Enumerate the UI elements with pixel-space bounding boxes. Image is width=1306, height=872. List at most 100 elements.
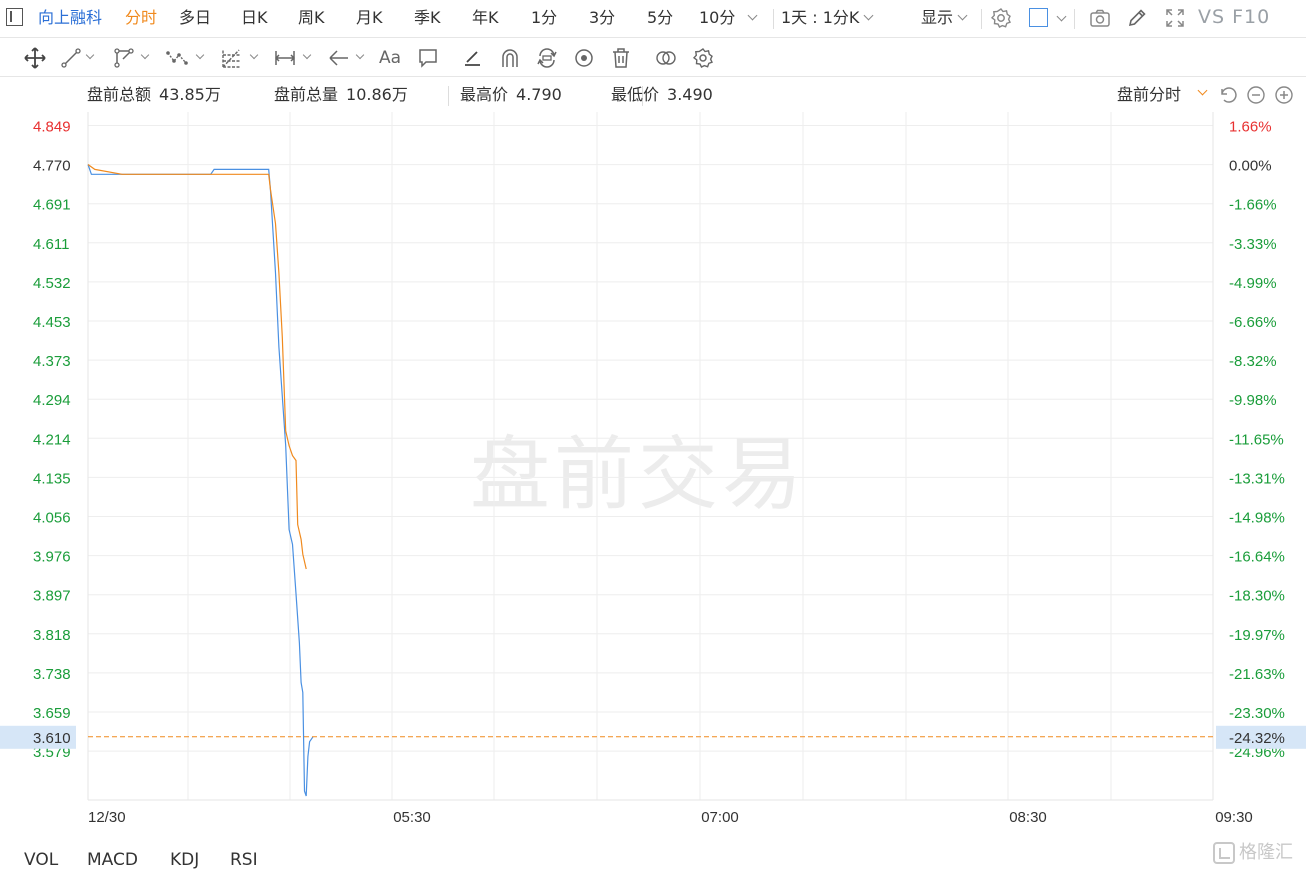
tab-monthly-k[interactable]: 月K [356, 8, 383, 28]
y-tick-label: 4.611 [33, 236, 69, 253]
pen-tool-icon[interactable] [462, 47, 484, 69]
vs-f10-link[interactable]: VS F10 [1198, 6, 1270, 28]
chevron-down-icon[interactable] [140, 50, 150, 60]
y-tick-label: 4.532 [33, 275, 71, 292]
tab-quarterly-k[interactable]: 季K [414, 8, 441, 28]
stat-value: 4.790 [516, 85, 562, 104]
low-price: 最低价 3.490 [611, 85, 713, 105]
divider [448, 86, 449, 106]
fibonacci-tool-icon[interactable] [221, 47, 243, 69]
x-tick-label: 09:30 [1215, 809, 1253, 826]
range-select[interactable]: 1天 : 1分K [781, 8, 874, 28]
y-right-tick-label: -8.32% [1229, 353, 1277, 370]
wave-tool-icon[interactable] [166, 47, 188, 69]
y-right-tick-label: -18.30% [1229, 588, 1285, 605]
series-line [87, 164, 307, 570]
trash-icon[interactable] [610, 47, 632, 69]
series-line [87, 164, 314, 797]
y-right-tick-label: -16.64% [1229, 549, 1285, 566]
indicator-rsi[interactable]: RSI [230, 850, 258, 870]
y-right-tick-label: 1.66% [1229, 119, 1272, 136]
display-menu-label: 显示 [921, 8, 954, 27]
x-tick-label: 05:30 [393, 809, 431, 826]
zoom-in-icon[interactable] [1274, 85, 1294, 105]
eye-icon[interactable] [573, 47, 595, 69]
indicator-kdj[interactable]: KDJ [170, 850, 199, 870]
intraday-chart[interactable]: 4.849 4.770 4.691 4.611 4.532 4.453 4.373 4.294… [0, 110, 1306, 835]
logo-mark-icon [1213, 842, 1235, 864]
chart-mode-select[interactable]: 盘前分时 [1117, 85, 1181, 105]
arrow-tool-icon[interactable] [328, 47, 350, 69]
camera-icon[interactable] [1089, 7, 1111, 29]
logo-text: 格隆汇 [1239, 842, 1293, 863]
stat-value: 10.86万 [346, 85, 408, 104]
tab-multi-day[interactable]: 多日 [179, 8, 211, 28]
tab-1min[interactable]: 1分 [531, 8, 557, 28]
chevron-down-icon[interactable] [355, 50, 365, 60]
stat-value: 3.490 [667, 85, 713, 104]
line-tool-icon[interactable] [60, 47, 82, 69]
settings-icon[interactable] [692, 47, 714, 69]
brand-logo: 格隆汇 [1213, 838, 1303, 868]
y-tick-label: 3.738 [33, 666, 71, 683]
chevron-down-icon[interactable] [1197, 85, 1208, 96]
gear-icon[interactable] [990, 7, 1012, 29]
indicator-vol[interactable]: VOL [24, 850, 58, 870]
y-right-tick-label: -21.63% [1229, 666, 1285, 683]
color-square-icon[interactable] [1029, 8, 1048, 27]
display-menu[interactable]: 显示 [921, 8, 968, 28]
tab-intraday[interactable]: 分时 [125, 8, 157, 28]
chevron-down-icon[interactable] [85, 50, 95, 60]
chevron-down-icon[interactable] [302, 50, 312, 60]
stock-name-tab[interactable]: 向上融科 [38, 8, 102, 28]
measure-tool-icon[interactable] [274, 47, 296, 69]
chevron-down-icon[interactable] [195, 50, 205, 60]
indicator-macd[interactable]: MACD [87, 850, 138, 870]
tab-3min[interactable]: 3分 [589, 8, 615, 28]
y-tick-label: 4.214 [33, 431, 71, 448]
sidebar-toggle-icon[interactable] [6, 8, 23, 26]
sync-icon[interactable] [536, 47, 558, 69]
drawing-toolbar: Aa [0, 39, 1306, 106]
premarket-volume: 盘前总量 10.86万 [274, 85, 408, 105]
tab-10min-label: 10分 [699, 8, 736, 27]
zoom-out-icon[interactable] [1246, 85, 1266, 105]
tab-5min[interactable]: 5分 [647, 8, 673, 28]
chevron-down-icon[interactable] [1056, 11, 1067, 22]
x-axis: 12/30 05:30 07:00 08:30 09:30 [88, 809, 1253, 826]
compare-icon[interactable] [655, 47, 677, 69]
comment-tool-icon[interactable] [417, 47, 439, 69]
stat-label: 最高价 [460, 85, 509, 104]
chevron-down-icon [747, 10, 758, 21]
y-tick-label: 4.294 [33, 392, 71, 409]
y-right-tick-label: -1.66% [1229, 197, 1277, 214]
y-tick-label: 4.849 [33, 119, 71, 136]
fullscreen-icon[interactable] [1164, 7, 1186, 29]
y-right-tick-label: -23.30% [1229, 705, 1285, 722]
y-tick-label: 3.659 [33, 705, 71, 722]
tab-weekly-k[interactable]: 周K [298, 8, 325, 28]
range-select-label: 1天 : 1分K [781, 8, 860, 27]
tab-yearly-k[interactable]: 年K [472, 8, 499, 28]
current-price-label: 3.610 [33, 730, 71, 747]
stat-value: 43.85万 [159, 85, 221, 104]
stat-label: 盘前总量 [274, 85, 339, 104]
current-change-label: -24.32% [1229, 730, 1285, 747]
tab-10min[interactable]: 10分 [699, 8, 758, 28]
magnet-icon[interactable] [499, 47, 521, 69]
y-right-tick-label: -3.33% [1229, 236, 1277, 253]
channel-tool-icon[interactable] [113, 47, 135, 69]
y-right-tick-label: -11.65% [1229, 431, 1284, 448]
move-icon[interactable] [24, 47, 46, 69]
high-price: 最高价 4.790 [460, 85, 562, 105]
y-tick-label: 3.897 [33, 588, 71, 605]
y-tick-label: 4.770 [33, 158, 71, 175]
y-right-tick-label: -19.97% [1229, 627, 1285, 644]
tab-daily-k[interactable]: 日K [241, 8, 268, 28]
divider [773, 9, 774, 29]
undo-icon[interactable] [1218, 85, 1238, 105]
pencil-icon[interactable] [1126, 7, 1148, 29]
chevron-down-icon[interactable] [249, 50, 259, 60]
text-tool-icon[interactable]: Aa [379, 48, 401, 68]
x-tick-label: 12/30 [88, 809, 126, 826]
